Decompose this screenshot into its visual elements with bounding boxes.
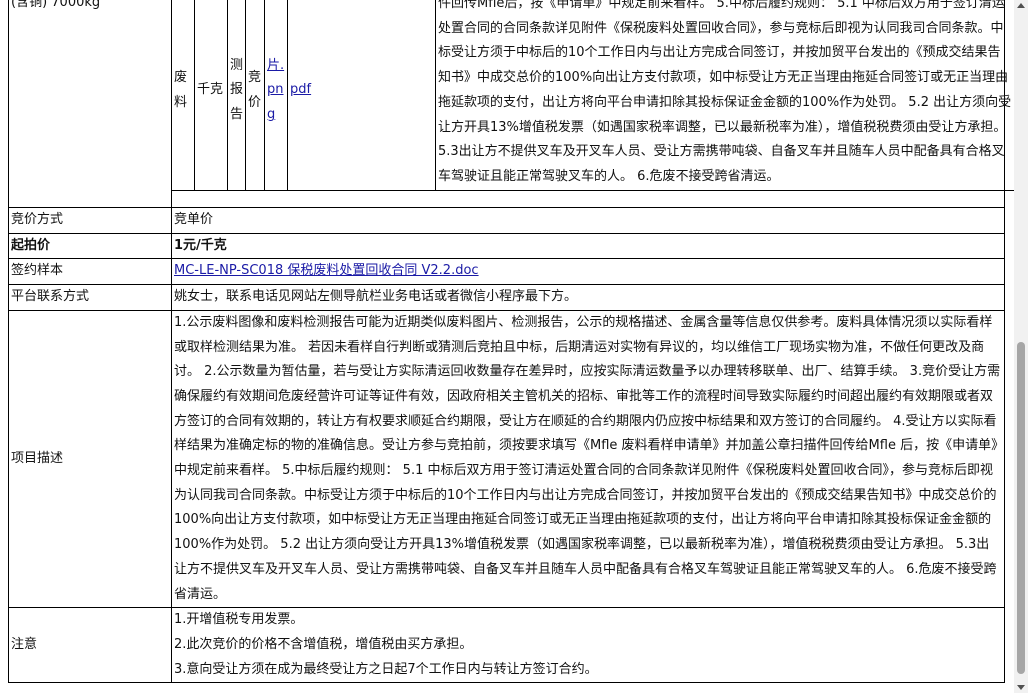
item-description-cell: 件回传Mfle后，按《申请单》中规定前来看样。 5.中标后履约规则： 5.1 中… bbox=[435, 0, 1014, 191]
pdf-file-link[interactable]: pdf bbox=[290, 82, 311, 97]
platform-contact-row: 平台联系方式 姚女士，联系电话见网站左侧导航栏业务电话或者微信小程序最下方。 bbox=[8, 284, 1005, 311]
scroll-up-arrow-icon[interactable] bbox=[1017, 3, 1025, 8]
report-cell: 测报告 bbox=[227, 0, 246, 191]
waste-item-row: (含铜) 7000kg 废料 千克 测报告 竞价 片.png pdf 件回传Mf… bbox=[8, 0, 1014, 208]
contract-sample-row: 签约样本 MC-LE-NP-SC018 保税废料处置回收合同 V2.2.doc bbox=[8, 258, 1005, 286]
image-link-cell: 片.png bbox=[264, 0, 288, 191]
starting-price-label: 起拍价 bbox=[8, 232, 172, 260]
notes-row: 注意 1.开增值税专用发票。 2.此次竞价的价格不含增值税，增值税由买方承担。 … bbox=[8, 607, 1005, 684]
note-item: 1.开增值税专用发票。 bbox=[174, 612, 304, 628]
starting-price-value: 1元/千克 bbox=[171, 232, 1005, 260]
pdf-link-cell: pdf bbox=[287, 0, 436, 191]
note-item: 2.此次竞价的价格不含增值税，增值税由买方承担。 bbox=[174, 636, 473, 652]
waste-quantity: (含铜) 7000kg bbox=[8, 0, 172, 208]
bid-method-value: 竞单价 bbox=[171, 207, 1005, 234]
bid-method-label: 竞价方式 bbox=[8, 207, 172, 234]
waste-type-cell: 废料 bbox=[172, 0, 195, 191]
platform-contact-label: 平台联系方式 bbox=[8, 284, 172, 311]
waste-item-inner-table: 废料 千克 测报告 竞价 片.png pdf 件回传Mfle后，按《申请单》中规… bbox=[172, 0, 1014, 191]
contract-sample-link[interactable]: MC-LE-NP-SC018 保税废料处置回收合同 V2.2.doc bbox=[174, 263, 479, 278]
page: (含铜) 7000kg 废料 千克 测报告 竞价 片.png pdf 件回传Mf… bbox=[0, 0, 1014, 693]
contract-sample-label: 签约样本 bbox=[8, 258, 172, 286]
project-description-row: 项目描述 1.公示废料图像和废料检测报告可能为近期类似废料图片、检测报告，公示的… bbox=[8, 309, 1005, 609]
bid-type-cell: 竞价 bbox=[245, 0, 265, 191]
auction-detail-table: (含铜) 7000kg 废料 千克 测报告 竞价 片.png pdf 件回传Mf… bbox=[8, 0, 1014, 684]
note-item: 3.意向受让方须在成为最终受让方之日起7个工作日内与转让方签订合约。 bbox=[174, 661, 598, 677]
vertical-scrollbar[interactable] bbox=[1014, 0, 1028, 693]
image-file-link[interactable]: 片.png bbox=[267, 58, 284, 122]
starting-price-row: 起拍价 1元/千克 bbox=[8, 232, 1005, 260]
notes-label: 注意 bbox=[8, 607, 172, 684]
platform-contact-value: 姚女士，联系电话见网站左侧导航栏业务电话或者微信小程序最下方。 bbox=[171, 284, 1005, 311]
project-description-value: 1.公示废料图像和废料检测报告可能为近期类似废料图片、检测报告，公示的规格描述、… bbox=[171, 309, 1005, 609]
scrollbar-thumb[interactable] bbox=[1017, 342, 1025, 674]
project-description-label: 项目描述 bbox=[8, 309, 172, 609]
contract-sample-cell: MC-LE-NP-SC018 保税废料处置回收合同 V2.2.doc bbox=[171, 258, 1005, 286]
bid-method-row: 竞价方式 竞单价 bbox=[8, 207, 1005, 234]
unit-cell: 千克 bbox=[194, 0, 228, 191]
waste-item-details: 废料 千克 测报告 竞价 片.png pdf 件回传Mfle后，按《申请单》中规… bbox=[171, 0, 1014, 208]
scroll-down-arrow-icon[interactable] bbox=[1017, 685, 1025, 690]
notes-value: 1.开增值税专用发票。 2.此次竞价的价格不含增值税，增值税由买方承担。 3.意… bbox=[171, 607, 1005, 684]
